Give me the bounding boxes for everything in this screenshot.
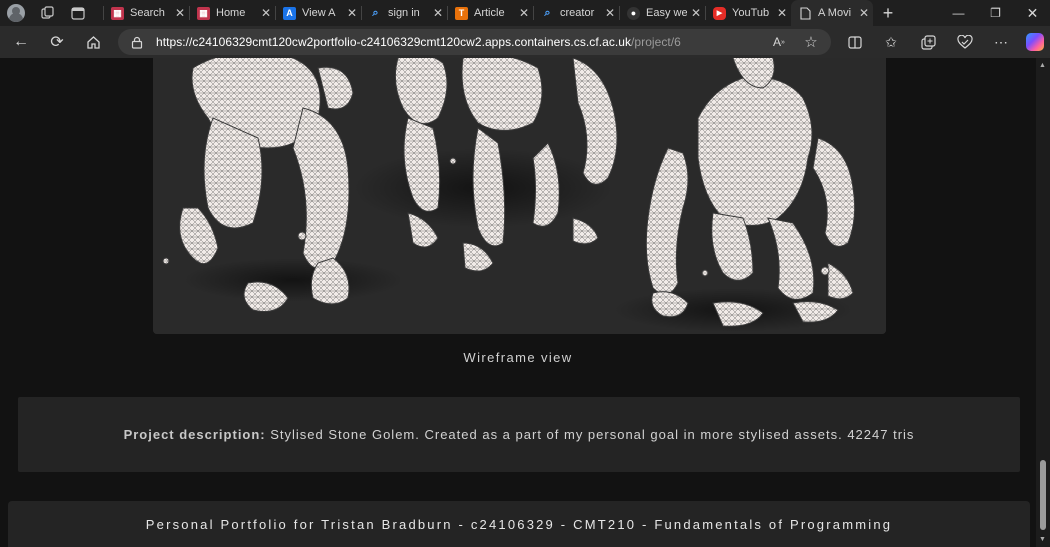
url-host: https://c24106329cmt120cw2portfolio-c241… xyxy=(156,35,632,49)
browser-tab[interactable]: A View A ✕ xyxy=(275,0,361,26)
tab-title: A Movi xyxy=(818,7,852,19)
browser-tab[interactable]: T Article ✕ xyxy=(447,0,533,26)
tab-title: Easy we xyxy=(646,7,687,19)
browser-essentials-icon[interactable] xyxy=(950,28,980,56)
refresh-button[interactable]: ⟳ xyxy=(42,28,72,56)
browser-tab-active[interactable]: A Movi ✕ xyxy=(791,0,873,26)
browser-tab[interactable]: ● Easy we ✕ xyxy=(619,0,705,26)
scroll-down-icon[interactable]: ▼ xyxy=(1039,536,1046,543)
favorites-icon[interactable]: ✩ xyxy=(876,28,906,56)
t-logo-icon: T xyxy=(455,6,468,20)
project-image xyxy=(153,58,886,334)
tab-title: sign in xyxy=(388,7,420,19)
search-icon: ⌕ xyxy=(544,6,551,19)
youtube-icon: ▶ xyxy=(713,6,726,20)
close-icon[interactable]: ✕ xyxy=(261,6,271,20)
tab-title: View A xyxy=(302,7,336,19)
tab-title: Search xyxy=(130,7,165,19)
circle-logo-icon: ● xyxy=(627,6,640,20)
copilot-logo xyxy=(1026,33,1044,51)
tab-title: creator xyxy=(560,7,595,19)
workspaces-icon[interactable] xyxy=(35,2,61,24)
address-bar[interactable]: https://c24106329cmt120cw2portfolio-c241… xyxy=(118,29,831,55)
project-description-label: Project description: xyxy=(123,427,266,442)
url-text[interactable]: https://c24106329cmt120cw2portfolio-c241… xyxy=(156,35,681,49)
close-icon[interactable]: ✕ xyxy=(605,6,615,20)
project-description-card: Project description: Stylised Stone Gole… xyxy=(18,397,1020,472)
page-scrollbar[interactable]: ▲ ▼ xyxy=(1036,58,1050,547)
browser-tab[interactable]: ⌕ creator ✕ xyxy=(533,0,619,26)
golem-wireframe-image xyxy=(153,58,886,334)
page-viewport: Wireframe view Project description: Styl… xyxy=(0,58,1036,547)
close-window-button[interactable]: ✕ xyxy=(1010,0,1050,26)
close-icon[interactable]: ✕ xyxy=(175,6,185,20)
a-logo-icon: A xyxy=(283,6,296,20)
page-footer: Personal Portfolio for Tristan Bradburn … xyxy=(8,501,1030,547)
copilot-icon[interactable] xyxy=(1020,28,1050,56)
grid-icon: ▦ xyxy=(197,6,210,20)
vertical-tabs-icon[interactable] xyxy=(65,2,91,24)
browser-tab[interactable]: ▶ YouTub ✕ xyxy=(705,0,791,26)
browser-tab[interactable]: ▦ Home ✕ xyxy=(189,0,275,26)
project-description-text: Stylised Stone Golem. Created as a part … xyxy=(265,427,915,442)
tab-title: Home xyxy=(216,7,246,19)
home-button[interactable] xyxy=(78,28,108,56)
close-icon[interactable]: ✕ xyxy=(519,6,529,20)
profile-avatar-icon[interactable] xyxy=(7,4,25,22)
search-icon: ⌕ xyxy=(372,6,379,19)
site-info-icon[interactable] xyxy=(130,35,144,49)
tab-title: YouTub xyxy=(732,7,770,19)
close-icon[interactable]: ✕ xyxy=(777,6,787,20)
project-description: Project description: Stylised Stone Gole… xyxy=(124,427,915,442)
footer-text: Personal Portfolio for Tristan Bradburn … xyxy=(145,517,893,532)
close-icon[interactable]: ✕ xyxy=(691,6,701,20)
grid-icon: ▦ xyxy=(111,6,124,20)
close-icon[interactable]: ✕ xyxy=(347,6,357,20)
read-aloud-icon[interactable]: A» xyxy=(770,33,788,51)
url-path: /project/6 xyxy=(631,35,681,49)
back-button[interactable]: ← xyxy=(6,28,36,56)
browser-tab[interactable]: ▦ Search ✕ xyxy=(103,0,189,26)
close-icon[interactable]: ✕ xyxy=(433,6,443,20)
image-caption: Wireframe view xyxy=(463,350,573,365)
page-icon xyxy=(799,6,812,20)
close-icon[interactable]: ✕ xyxy=(859,6,869,20)
collections-icon[interactable] xyxy=(913,28,943,56)
scrollbar-thumb[interactable] xyxy=(1040,460,1046,530)
tab-strip: ▦ Search ✕ ▦ Home ✕ A View A ✕ ⌕ sign in… xyxy=(0,0,1050,26)
favorite-star-icon[interactable]: ☆ xyxy=(802,33,820,51)
split-screen-icon[interactable] xyxy=(840,28,870,56)
new-tab-button[interactable]: + xyxy=(873,3,903,24)
tab-title: Article xyxy=(474,7,505,19)
scroll-up-icon[interactable]: ▲ xyxy=(1039,62,1046,69)
browser-tab[interactable]: ⌕ sign in ✕ xyxy=(361,0,447,26)
more-options-icon[interactable]: ⋯ xyxy=(986,28,1016,56)
